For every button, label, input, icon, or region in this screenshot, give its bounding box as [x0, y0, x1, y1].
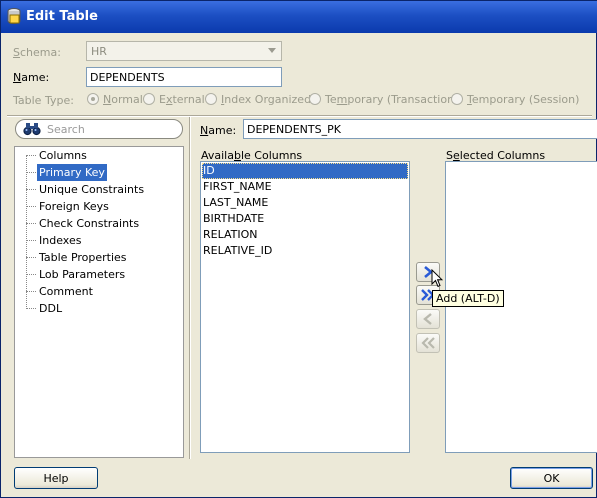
nav-item-foreign-keys[interactable]: Foreign Keys — [15, 198, 175, 215]
schema-select[interactable]: HR — [86, 41, 282, 61]
edit-table-dialog: Edit Table Schema: HR Name: Table Type: … — [0, 0, 597, 498]
radio-dot-icon — [309, 93, 321, 105]
title-bar[interactable]: Edit Table — [1, 1, 597, 33]
search-placeholder: Search — [47, 123, 85, 136]
name-label: Name: — [13, 71, 50, 84]
chevron-down-icon — [268, 48, 276, 53]
radio-dot-icon — [87, 93, 99, 105]
radio-temporary-session[interactable]: Temporary (Session) — [451, 93, 579, 109]
selected-columns-list[interactable] — [445, 161, 597, 453]
nav-item-primary-key[interactable]: Primary Key — [15, 164, 175, 181]
radio-temporary-transaction[interactable]: Temporary (Transaction) — [309, 93, 458, 109]
nav-item-check-constraints[interactable]: Check Constraints — [15, 215, 175, 232]
binoculars-icon — [23, 122, 41, 139]
radio-dot-icon — [451, 93, 463, 105]
radio-dot-icon — [143, 93, 155, 105]
nav-item-unique-constraints[interactable]: Unique Constraints — [15, 181, 175, 198]
remove-all-button[interactable] — [416, 333, 440, 353]
add-tooltip: Add (ALT-D) — [432, 290, 504, 307]
list-item[interactable]: RELATIVE_ID — [202, 243, 408, 259]
pk-name-input[interactable] — [243, 119, 597, 139]
radio-dot-icon — [205, 93, 217, 105]
radio-external[interactable]: External — [143, 93, 205, 109]
radio-normal[interactable]: Normal — [87, 93, 143, 109]
splitter[interactable] — [189, 117, 191, 459]
search-field[interactable]: Search — [15, 119, 183, 139]
pk-name-label: Name: — [200, 124, 237, 137]
list-item[interactable]: ID — [202, 163, 408, 179]
table-type-label: Table Type: — [13, 94, 74, 107]
nav-item-ddl[interactable]: DDL — [15, 300, 175, 317]
nav-item-lob-parameters[interactable]: Lob Parameters — [15, 266, 175, 283]
nav-item-table-properties[interactable]: Table Properties — [15, 249, 175, 266]
help-label: Help — [43, 472, 69, 485]
mouse-pointer-icon — [431, 268, 444, 291]
list-item[interactable]: LAST_NAME — [202, 195, 408, 211]
navigation-tree: Columns Primary Key Unique Constraints F… — [14, 146, 184, 458]
nav-item-columns[interactable]: Columns — [15, 147, 175, 164]
list-item[interactable]: FIRST_NAME — [202, 179, 408, 195]
available-columns-list[interactable]: ID FIRST_NAME LAST_NAME BIRTHDATE RELATI… — [200, 161, 410, 453]
nav-item-indexes[interactable]: Indexes — [15, 232, 175, 249]
divider — [7, 115, 592, 117]
schema-label: Schema: — [13, 46, 61, 59]
schema-value: HR — [91, 45, 107, 58]
table-icon — [7, 8, 21, 29]
radio-index-organized[interactable]: Index Organized — [205, 93, 311, 109]
ok-label: OK — [543, 472, 560, 485]
table-name-input[interactable] — [86, 67, 282, 87]
list-item[interactable]: BIRTHDATE — [202, 211, 408, 227]
list-item[interactable]: RELATION — [202, 227, 408, 243]
window-title: Edit Table — [26, 9, 98, 24]
nav-item-comment[interactable]: Comment — [15, 283, 175, 300]
ok-button[interactable]: OK — [510, 467, 593, 489]
help-button[interactable]: Help — [14, 467, 98, 489]
remove-button[interactable] — [416, 309, 440, 329]
